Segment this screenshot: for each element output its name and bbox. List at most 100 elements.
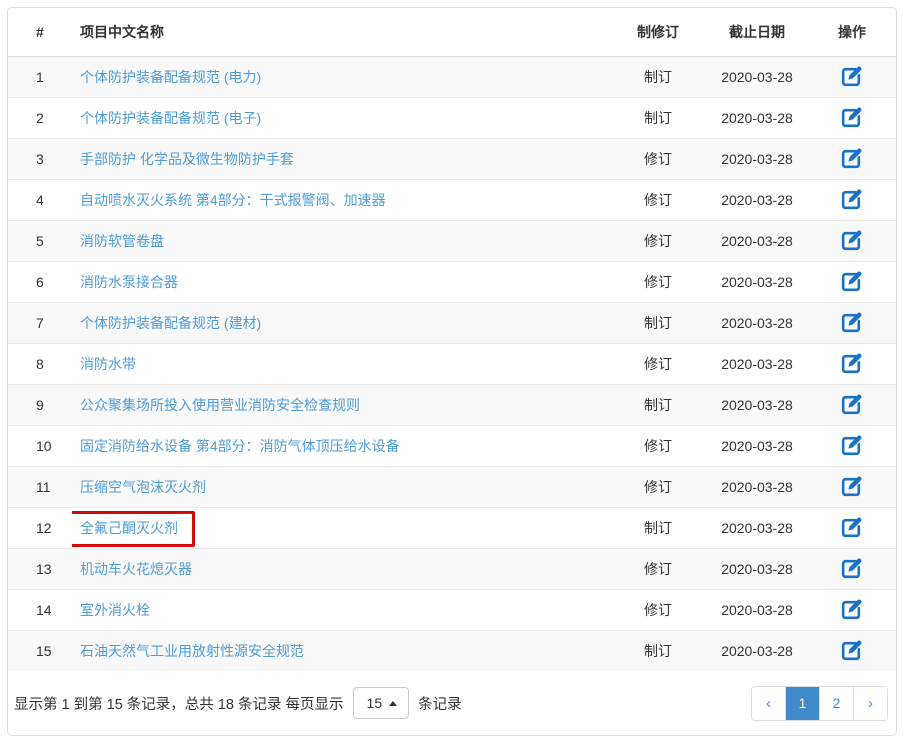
- project-name-cell: 机动车火花熄灭器: [72, 548, 610, 589]
- column-header-deadline: 截止日期: [706, 8, 808, 56]
- row-index: 15: [8, 630, 72, 671]
- project-name-link[interactable]: 自动喷水灭火系统 第4部分：干式报警阀、加速器: [80, 192, 386, 208]
- deadline-date: 2020-03-28: [706, 425, 808, 466]
- deadline-date: 2020-03-28: [706, 97, 808, 138]
- edit-icon[interactable]: [840, 393, 864, 417]
- project-name-link[interactable]: 个体防护装备配备规范 (电子): [80, 110, 261, 126]
- project-name-cell: 消防水带: [72, 343, 610, 384]
- action-cell: [808, 589, 896, 630]
- pagination-next[interactable]: ›: [853, 687, 887, 720]
- action-cell: [808, 302, 896, 343]
- edit-icon[interactable]: [840, 65, 864, 89]
- project-name-link[interactable]: 消防软管卷盘: [80, 233, 164, 249]
- edit-icon[interactable]: [840, 557, 864, 581]
- edit-icon[interactable]: [840, 434, 864, 458]
- project-name-cell: 个体防护装备配备规范 (电力): [72, 56, 610, 97]
- pagination-prev[interactable]: ‹: [752, 687, 785, 720]
- project-name-link[interactable]: 固定消防给水设备 第4部分：消防气体顶压给水设备: [80, 438, 400, 454]
- revision-type: 修订: [610, 425, 706, 466]
- records-panel: # 项目中文名称 制修订 截止日期 操作 1个体防护装备配备规范 (电力)制订2…: [7, 7, 897, 736]
- action-cell: [808, 548, 896, 589]
- edit-icon[interactable]: [840, 639, 864, 663]
- revision-type: 修订: [610, 343, 706, 384]
- page-1-link[interactable]: 1: [786, 687, 819, 720]
- project-name-link[interactable]: 消防水带: [80, 356, 136, 372]
- project-name-link[interactable]: 个体防护装备配备规范 (建材): [80, 315, 261, 331]
- project-name-cell: 压缩空气泡沫灭火剂: [72, 466, 610, 507]
- table-row: 4自动喷水灭火系统 第4部分：干式报警阀、加速器修订2020-03-28: [8, 179, 896, 220]
- table-header: # 项目中文名称 制修订 截止日期 操作: [8, 8, 896, 56]
- edit-icon[interactable]: [840, 147, 864, 171]
- row-index: 7: [8, 302, 72, 343]
- project-name-cell: 个体防护装备配备规范 (建材): [72, 302, 610, 343]
- project-name-link[interactable]: 消防水泵接合器: [80, 274, 178, 290]
- revision-type: 制订: [610, 630, 706, 671]
- pagination-summary: 显示第 1 到第 15 条记录，总共 18 条记录 每页显示 15 条记录: [14, 687, 462, 719]
- revision-type: 修订: [610, 466, 706, 507]
- action-cell: [808, 261, 896, 302]
- table-row: 1个体防护装备配备规范 (电力)制订2020-03-28: [8, 56, 896, 97]
- project-name-link[interactable]: 石油天然气工业用放射性源安全规范: [80, 643, 304, 659]
- project-name-link[interactable]: 室外消火栓: [80, 602, 150, 618]
- project-name-cell: 全氟己酮灭火剂: [72, 507, 610, 548]
- action-cell: [808, 425, 896, 466]
- revision-type: 制订: [610, 384, 706, 425]
- deadline-date: 2020-03-28: [706, 302, 808, 343]
- table-row: 13机动车火花熄灭器修订2020-03-28: [8, 548, 896, 589]
- project-name-cell: 固定消防给水设备 第4部分：消防气体顶压给水设备: [72, 425, 610, 466]
- table-row: 10 固定消防给水设备 第4部分：消防气体顶压给水设备 修订2020-03-28: [8, 425, 896, 466]
- revision-type: 制订: [610, 56, 706, 97]
- pagination-page-2[interactable]: 2: [819, 687, 853, 720]
- action-cell: [808, 630, 896, 671]
- page-size-dropdown[interactable]: 15: [353, 687, 410, 719]
- project-name-link[interactable]: 个体防护装备配备规范 (电力): [80, 69, 261, 85]
- revision-type: 修订: [610, 179, 706, 220]
- edit-icon[interactable]: [840, 188, 864, 212]
- action-cell: [808, 466, 896, 507]
- project-name-link[interactable]: 全氟己酮灭火剂: [80, 520, 178, 536]
- edit-icon[interactable]: [840, 311, 864, 335]
- project-name-link[interactable]: 手部防护 化学品及微生物防护手套: [80, 151, 294, 167]
- deadline-date: 2020-03-28: [706, 261, 808, 302]
- next-page-icon[interactable]: ›: [854, 687, 887, 720]
- project-name-link[interactable]: 机动车火花熄灭器: [80, 561, 192, 577]
- caret-up-icon: [389, 701, 397, 706]
- revision-type: 修订: [610, 589, 706, 630]
- table-row: 2个体防护装备配备规范 (电子)制订2020-03-28: [8, 97, 896, 138]
- page-2-link[interactable]: 2: [820, 687, 853, 720]
- prev-page-icon[interactable]: ‹: [752, 687, 785, 720]
- project-name-cell: 室外消火栓: [72, 589, 610, 630]
- deadline-date: 2020-03-28: [706, 384, 808, 425]
- column-header-action: 操作: [808, 8, 896, 56]
- action-cell: [808, 507, 896, 548]
- project-name-link[interactable]: 公众聚集场所投入使用营业消防安全检查规则: [80, 397, 360, 413]
- deadline-date: 2020-03-28: [706, 630, 808, 671]
- edit-icon[interactable]: [840, 598, 864, 622]
- column-header-index: #: [8, 8, 72, 56]
- records-table: # 项目中文名称 制修订 截止日期 操作 1个体防护装备配备规范 (电力)制订2…: [8, 8, 896, 672]
- edit-icon[interactable]: [840, 516, 864, 540]
- edit-icon[interactable]: [840, 352, 864, 376]
- project-name-link[interactable]: 压缩空气泡沫灭火剂: [80, 479, 206, 495]
- deadline-date: 2020-03-28: [706, 507, 808, 548]
- row-index: 11: [8, 466, 72, 507]
- deadline-date: 2020-03-28: [706, 56, 808, 97]
- deadline-date: 2020-03-28: [706, 343, 808, 384]
- row-index: 12: [8, 507, 72, 548]
- revision-type: 制订: [610, 302, 706, 343]
- revision-type: 修订: [610, 138, 706, 179]
- edit-icon[interactable]: [840, 229, 864, 253]
- row-index: 13: [8, 548, 72, 589]
- project-name-cell: 个体防护装备配备规范 (电子): [72, 97, 610, 138]
- pagination-page-1[interactable]: 1: [785, 687, 819, 720]
- edit-icon[interactable]: [840, 106, 864, 130]
- action-cell: [808, 97, 896, 138]
- action-cell: [808, 220, 896, 261]
- revision-type: 修订: [610, 548, 706, 589]
- row-index: 10: [8, 425, 72, 466]
- edit-icon[interactable]: [840, 475, 864, 499]
- edit-icon[interactable]: [840, 270, 864, 294]
- summary-prefix: 显示第 1 到第 15 条记录，总共 18 条记录 每页显示: [14, 693, 344, 714]
- table-row: 8消防水带修订2020-03-28: [8, 343, 896, 384]
- table-row: 15 石油天然气工业用放射性源安全规范 制订2020-03-28: [8, 630, 896, 671]
